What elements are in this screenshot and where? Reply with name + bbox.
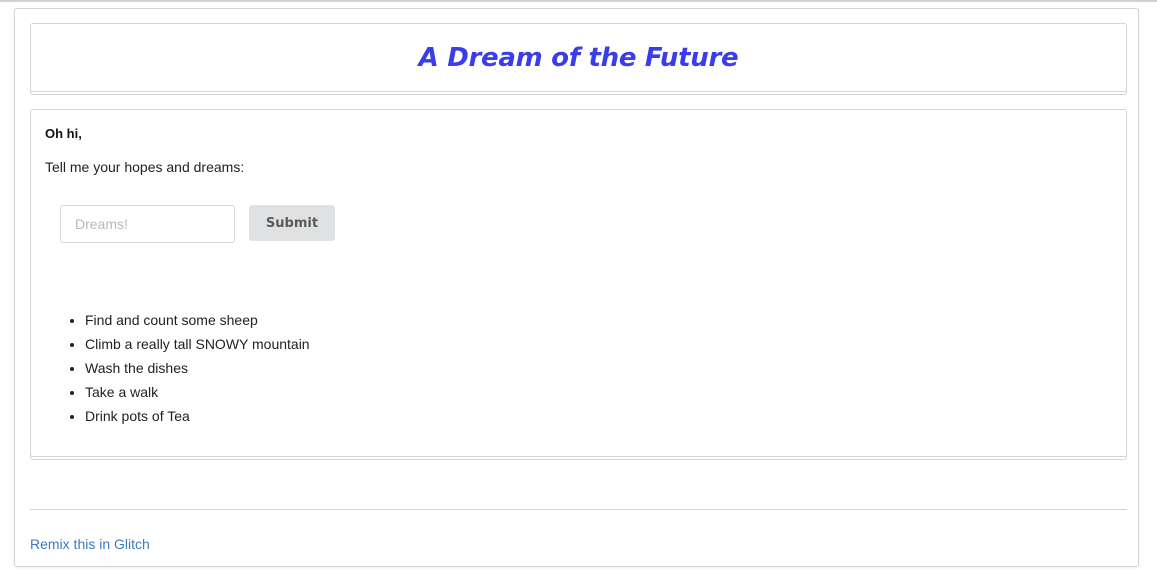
greeting-text: Oh hi, [45, 126, 82, 141]
dream-item: Drink pots of Tea [85, 406, 310, 430]
dream-item: Wash the dishes [85, 358, 310, 382]
page-title: A Dream of the Future [418, 42, 739, 73]
remix-link[interactable]: Remix this in Glitch [30, 536, 150, 552]
top-border [0, 0, 1157, 2]
header-card: A Dream of the Future [30, 23, 1127, 92]
dream-item: Find and count some sheep [85, 310, 310, 334]
submit-button[interactable]: Submit [249, 205, 335, 241]
dream-item: Take a walk [85, 382, 310, 406]
main-card: Oh hi, Tell me your hopes and dreams: Su… [30, 109, 1127, 457]
dream-item: Climb a really tall SNOWY mountain [85, 334, 310, 358]
footer-divider [30, 509, 1127, 510]
dream-list: Find and count some sheep Climb a really… [45, 310, 310, 430]
page-container: A Dream of the Future Oh hi, Tell me you… [14, 8, 1139, 567]
dream-input[interactable] [60, 205, 235, 243]
prompt-text: Tell me your hopes and dreams: [45, 159, 245, 175]
